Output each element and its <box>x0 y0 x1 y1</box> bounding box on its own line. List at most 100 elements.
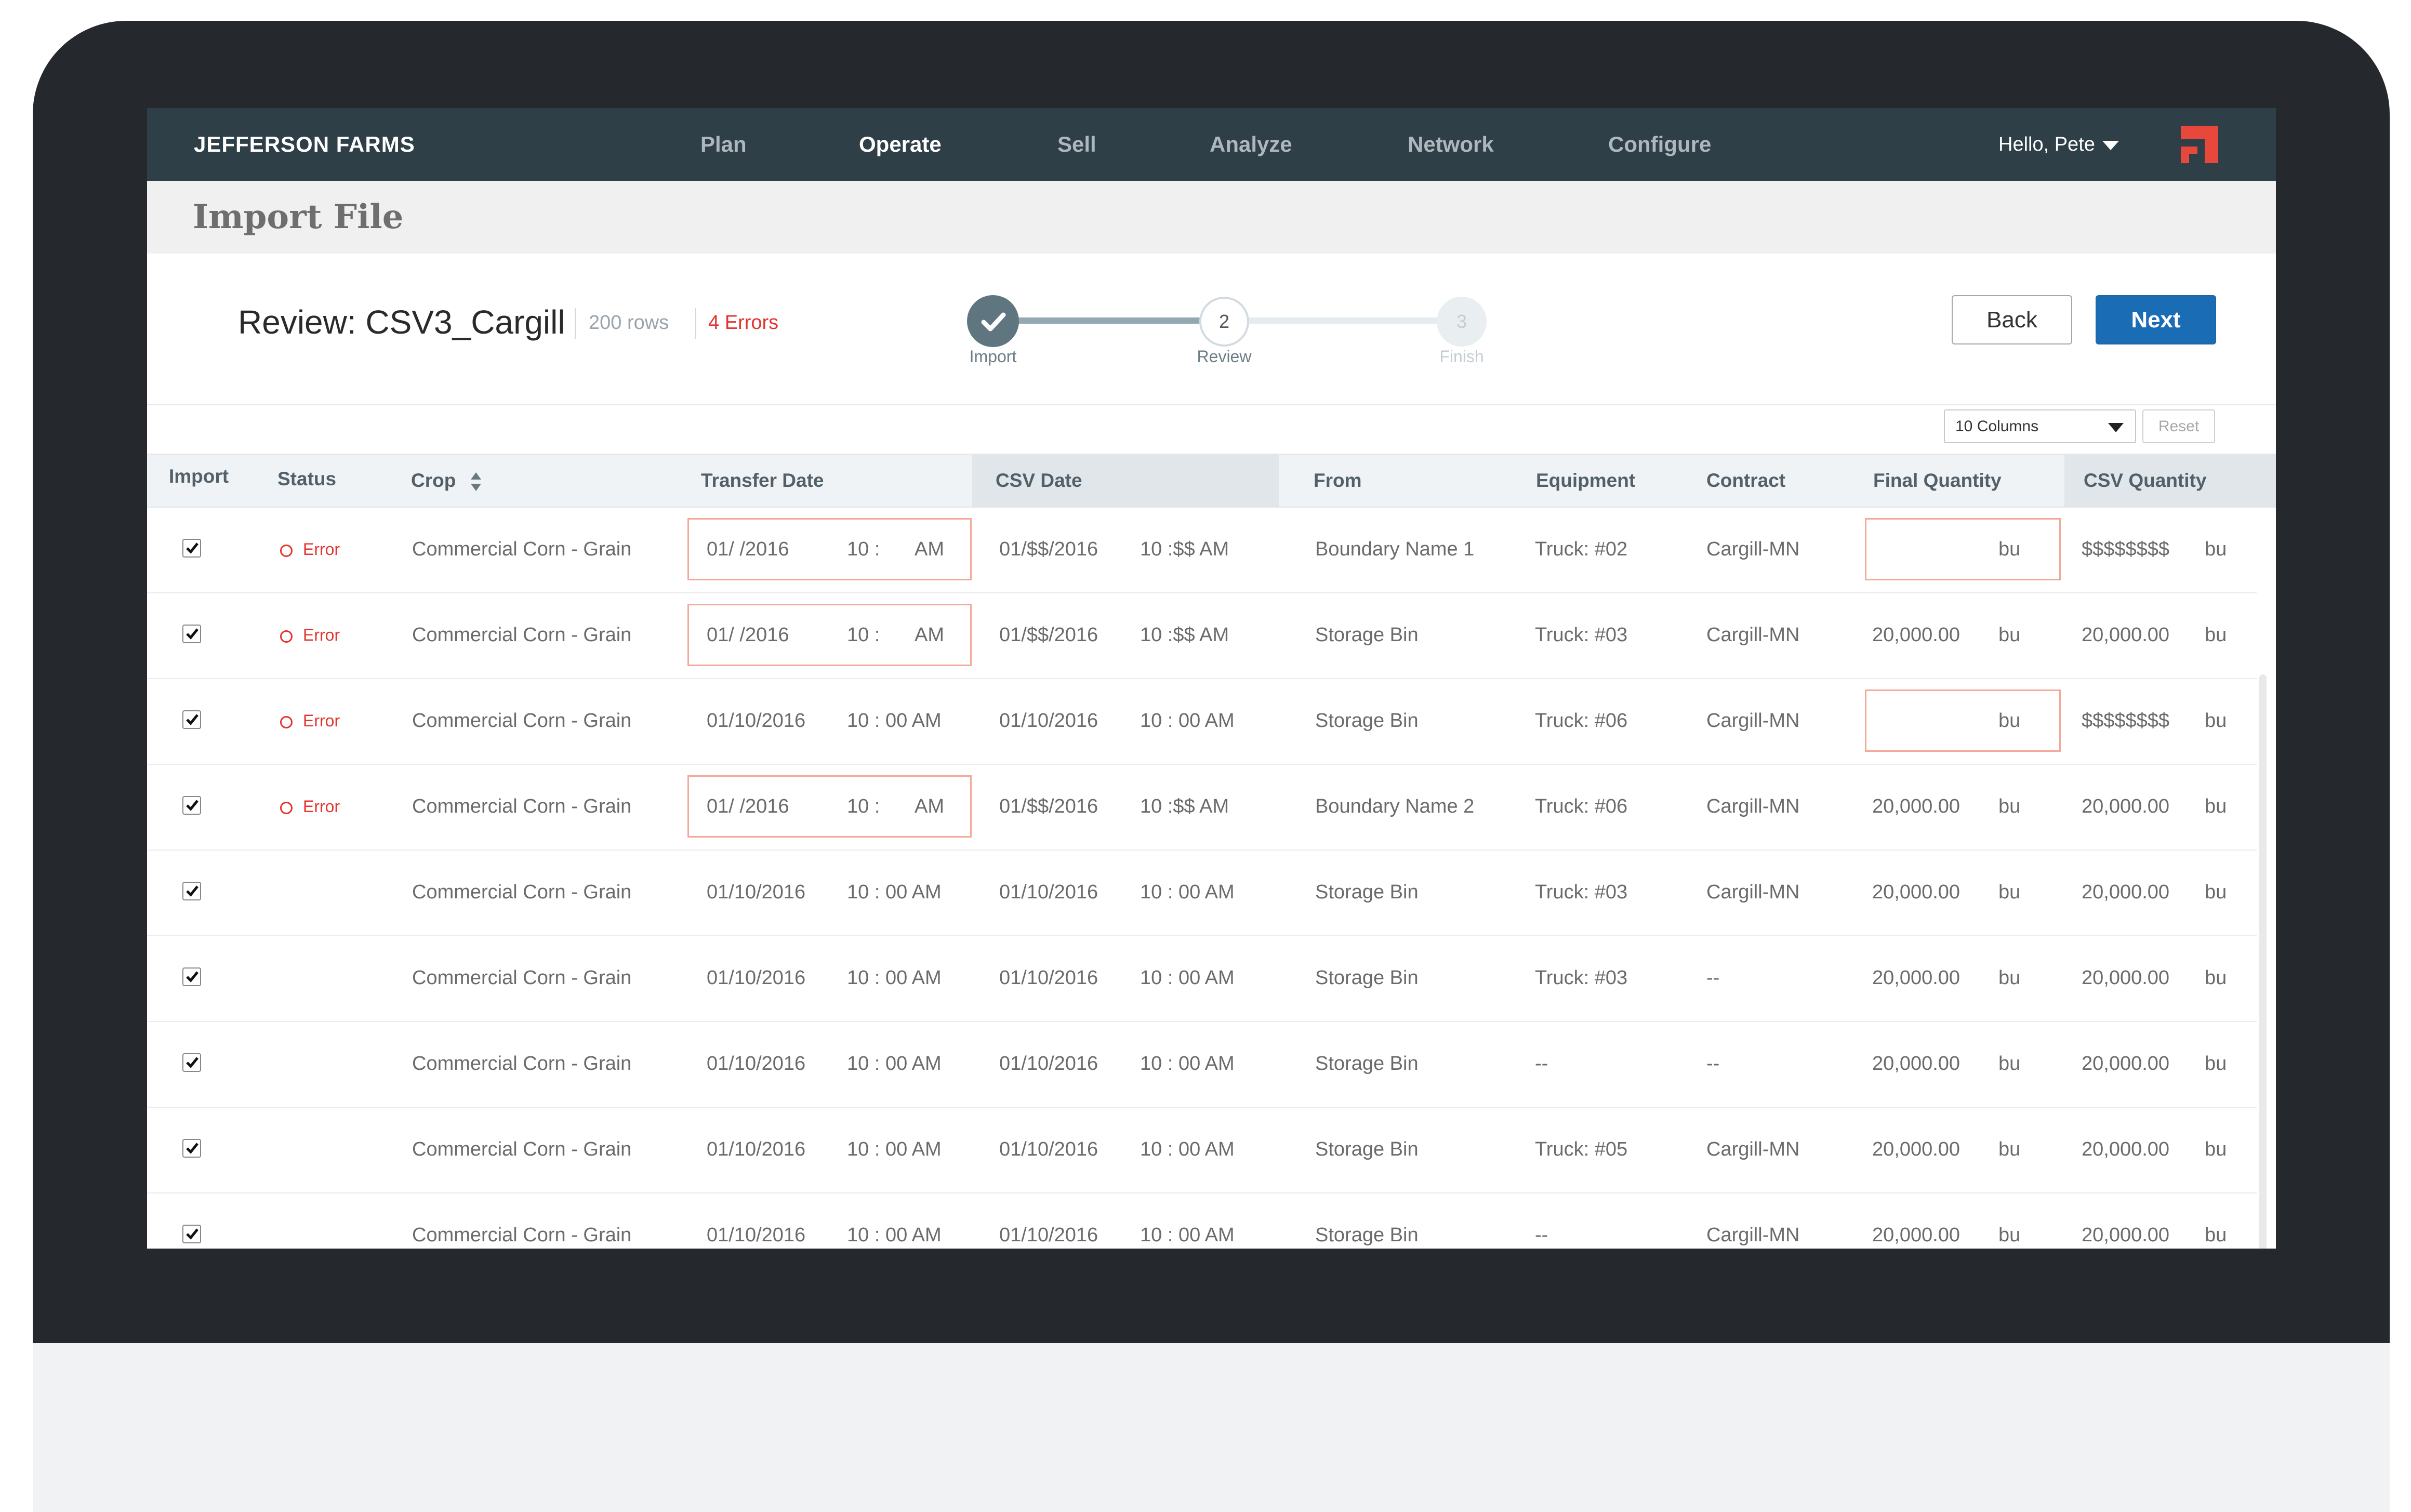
csv-quantity-value: 20,000.00 <box>2082 967 2170 989</box>
crop-cell: Commercial Corn - Grain <box>412 967 632 989</box>
table-row: Error Commercial Corn - Grain 01/ /2016 … <box>147 507 2257 593</box>
column-header-contract[interactable]: Contract <box>1706 455 1785 507</box>
step-finish[interactable]: 3 <box>1437 297 1487 347</box>
equipment-cell: Truck: #06 <box>1535 710 1628 732</box>
user-menu[interactable]: Hello, Pete <box>1998 108 2119 181</box>
final-quantity-input[interactable] <box>1865 689 2061 752</box>
csv-date-value: 01/10/2016 <box>999 967 1098 989</box>
import-checkbox[interactable] <box>182 1225 201 1243</box>
error-count[interactable]: 4 Errors <box>708 312 778 334</box>
status-label: Error <box>303 626 340 644</box>
import-checkbox[interactable] <box>182 1053 201 1072</box>
from-cell: Storage Bin <box>1315 624 1419 646</box>
csv-time-value: 10 : 00 AM <box>1140 1138 1235 1160</box>
import-checkbox[interactable] <box>182 1139 201 1158</box>
table-scrollbar[interactable] <box>2259 674 2267 1249</box>
final-quantity-value: 20,000.00 <box>1872 1224 1960 1246</box>
step-review[interactable]: 2 <box>1199 297 1249 347</box>
table-row: Commercial Corn - Grain 01/10/2016 10 : … <box>147 935 2257 1022</box>
table-row: Error Commercial Corn - Grain 01/ /2016 … <box>147 592 2257 679</box>
status-badge: Error <box>280 678 340 764</box>
csv-quantity-value: 20,000.00 <box>2082 1224 2170 1246</box>
transfer-date-value: 01/10/2016 <box>707 1053 806 1075</box>
column-header-csv-date[interactable]: CSV Date <box>996 455 1082 507</box>
contract-cell: Cargill-MN <box>1706 538 1800 560</box>
csv-quantity-value: 20,000.00 <box>2082 624 2170 646</box>
nav-item-network[interactable]: Network <box>1408 108 1494 181</box>
transfer-time-value: 10 : 00 AM <box>847 1138 942 1160</box>
import-checkbox[interactable] <box>182 796 201 815</box>
import-checkbox[interactable] <box>182 539 201 558</box>
equipment-cell: -- <box>1535 1224 1548 1246</box>
transfer-time-value: 10 : 00 AM <box>847 1224 942 1246</box>
final-quantity-unit: bu <box>1998 1053 2021 1075</box>
column-header-final-quantity[interactable]: Final Quantity <box>1873 455 2002 507</box>
column-header-import[interactable]: Import <box>169 450 229 502</box>
status-badge: Error <box>280 507 340 592</box>
import-checkbox[interactable] <box>182 625 201 643</box>
transfer-date-value: 01/10/2016 <box>707 1224 806 1246</box>
columns-select[interactable]: 10 Columns <box>1944 409 2136 443</box>
transfer-date-value: 01/ /2016 <box>707 538 789 560</box>
status-badge: Error <box>280 592 340 678</box>
from-cell: Boundary Name 2 <box>1315 795 1475 817</box>
column-header-crop[interactable]: Crop <box>411 455 482 507</box>
checkbox-check-icon <box>186 628 198 640</box>
from-cell: Storage Bin <box>1315 967 1419 989</box>
column-header-csv-quantity[interactable]: CSV Quantity <box>2084 455 2206 507</box>
final-quantity-input[interactable] <box>1865 518 2061 580</box>
crop-cell: Commercial Corn - Grain <box>412 795 632 817</box>
from-cell: Storage Bin <box>1315 710 1419 732</box>
nav-item-sell[interactable]: Sell <box>1057 108 1096 181</box>
column-header-equipment[interactable]: Equipment <box>1536 455 1635 507</box>
column-header-status[interactable]: Status <box>277 453 336 505</box>
csv-time-value: 10 : 00 AM <box>1140 1224 1235 1246</box>
nav-item-operate[interactable]: Operate <box>859 108 942 181</box>
back-button[interactable]: Back <box>1952 295 2072 344</box>
columns-select-value: 10 Columns <box>1955 418 2039 435</box>
device-chin <box>33 1343 2390 1512</box>
csv-quantity-unit: bu <box>2205 795 2227 817</box>
column-header-crop-label: Crop <box>411 470 456 491</box>
csv-date-value: 01/10/2016 <box>999 1224 1098 1246</box>
import-checkbox[interactable] <box>182 882 201 900</box>
transfer-time-value: 10 : <box>847 624 880 646</box>
import-checkbox[interactable] <box>182 967 201 986</box>
from-cell: Storage Bin <box>1315 1053 1419 1075</box>
column-header-from[interactable]: From <box>1314 455 1362 507</box>
final-quantity-value: 20,000.00 <box>1872 795 1960 817</box>
crop-cell: Commercial Corn - Grain <box>412 538 632 560</box>
transfer-date-value: 01/10/2016 <box>707 967 806 989</box>
error-circle-icon <box>280 544 293 557</box>
equipment-cell: Truck: #05 <box>1535 1138 1628 1160</box>
equipment-cell: Truck: #03 <box>1535 624 1628 646</box>
reset-button[interactable]: Reset <box>2142 409 2215 443</box>
brand-logo-icon[interactable] <box>2179 124 2220 165</box>
csv-quantity-value: 20,000.00 <box>2082 795 2170 817</box>
status-label: Error <box>303 711 340 730</box>
nav-item-plan[interactable]: Plan <box>700 108 747 181</box>
csv-quantity-value: 20,000.00 <box>2082 1053 2170 1075</box>
import-checkbox[interactable] <box>182 710 201 729</box>
contract-cell: Cargill-MN <box>1706 1138 1800 1160</box>
final-quantity-unit: bu <box>1998 1224 2021 1246</box>
column-header-transfer-date[interactable]: Transfer Date <box>701 455 824 507</box>
final-quantity-value: 20,000.00 <box>1872 967 1960 989</box>
step-import[interactable] <box>967 295 1019 347</box>
nav-item-analyze[interactable]: Analyze <box>1210 108 1292 181</box>
from-cell: Boundary Name 1 <box>1315 538 1475 560</box>
transfer-date-value: 01/10/2016 <box>707 881 806 903</box>
final-quantity-unit: bu <box>1998 710 2021 732</box>
next-button[interactable]: Next <box>2096 295 2216 344</box>
sort-icon[interactable] <box>470 471 482 492</box>
from-cell: Storage Bin <box>1315 881 1419 903</box>
csv-date-value: 01/$$/2016 <box>999 795 1098 817</box>
transfer-time-value: 10 : <box>847 795 880 817</box>
brand-name[interactable]: JEFFERSON FARMS <box>194 108 415 181</box>
nav-item-configure[interactable]: Configure <box>1608 108 1711 181</box>
csv-quantity-value: $$$$$$$$ <box>2082 710 2170 732</box>
transfer-date-value: 01/10/2016 <box>707 1138 806 1160</box>
csv-time-value: 10 :$$ AM <box>1140 795 1229 817</box>
equipment-cell: -- <box>1535 1053 1548 1075</box>
status-label: Error <box>303 540 340 559</box>
